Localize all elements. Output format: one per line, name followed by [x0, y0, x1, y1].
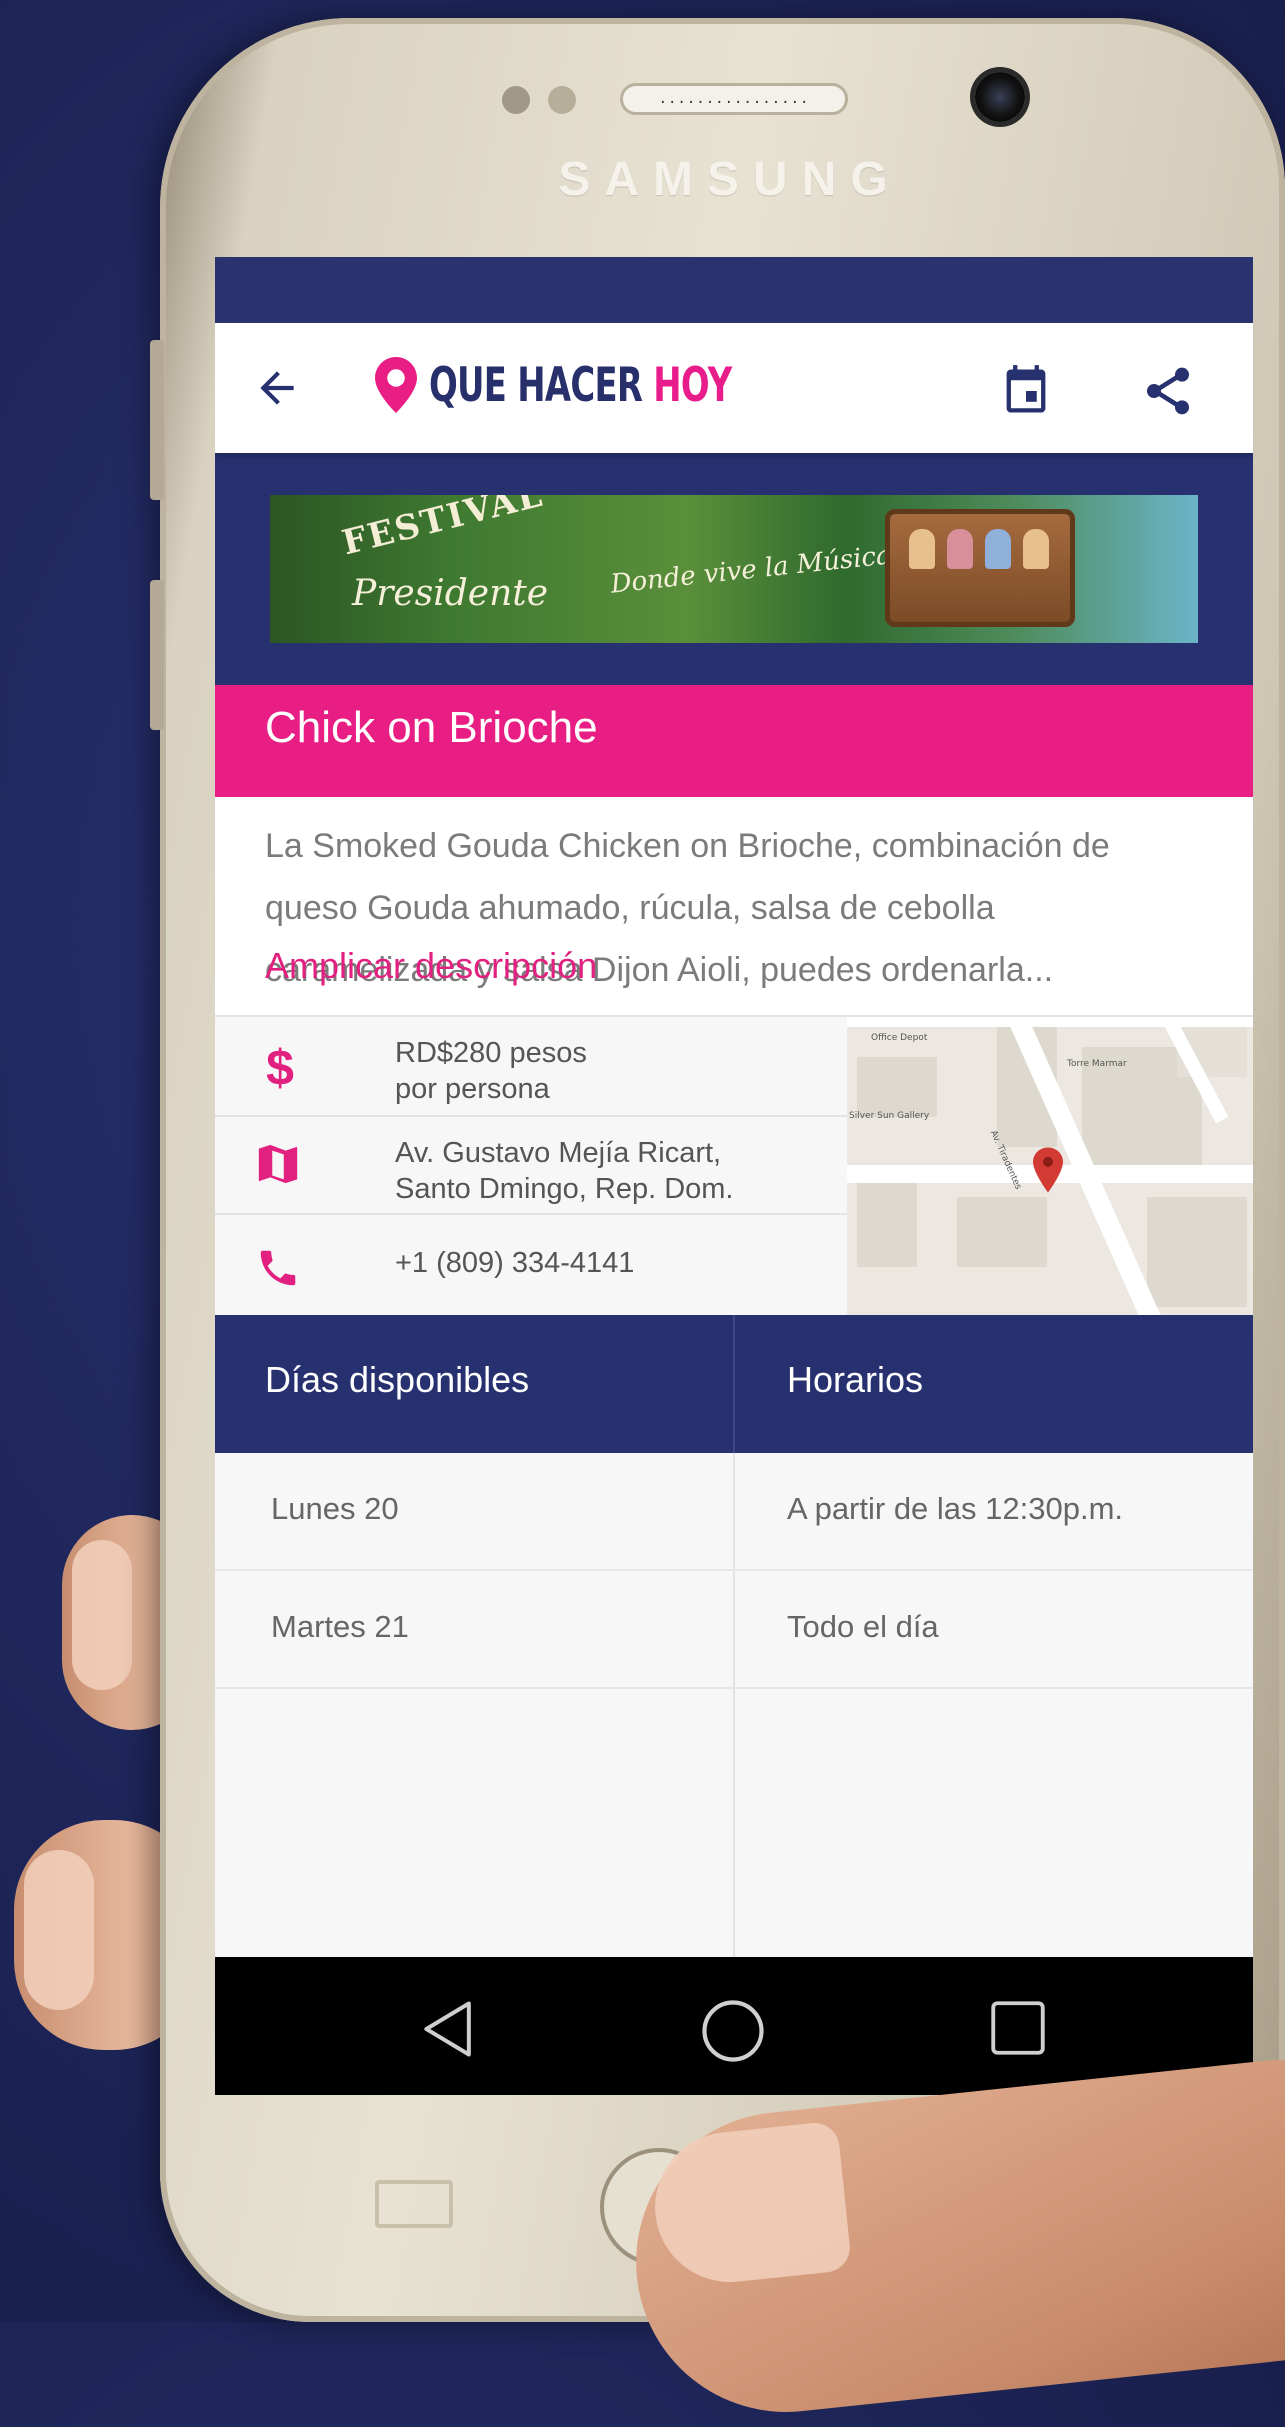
schedule-day: Lunes 20	[271, 1491, 399, 1526]
phone-number: +1 (809) 334-4141	[395, 1247, 635, 1279]
fingernail-bottom	[24, 1850, 94, 2010]
sensor-dot	[548, 86, 576, 114]
map-icon	[258, 1144, 298, 1184]
schedule-row-partial	[215, 1689, 1253, 1991]
expand-description-link[interactable]: Amplicar descripción	[265, 945, 597, 987]
brand-logo: SAMSUNG	[558, 153, 902, 206]
volume-up-button	[150, 340, 164, 500]
map-label: Silver Sun Gallery	[849, 1111, 930, 1121]
schedule-hours-header: Horarios	[787, 1359, 924, 1400]
schedule-hours: A partir de las 12:30p.m.	[787, 1491, 1124, 1526]
address-line-1: Av. Gustavo Mejía Ricart,	[395, 1137, 722, 1169]
screen: QUE HACER HOY FESTIVAL Presidente Donde …	[215, 257, 1253, 2095]
front-camera	[975, 72, 1025, 122]
back-nav-icon[interactable]	[415, 1995, 483, 2063]
earpiece-speaker: ................	[620, 83, 848, 115]
event-description-section: La Smoked Gouda Chicken on Brioche, comb…	[215, 797, 1253, 1023]
price-line-1: RD$280 pesos	[395, 1037, 587, 1069]
event-info-list: $ RD$280 pesos por persona Av. Gustavo M…	[215, 1017, 849, 1315]
price-text: RD$280 pesos por persona	[395, 1035, 835, 1107]
location-pin-icon	[375, 357, 417, 413]
map-label: Office Depot	[871, 1033, 928, 1043]
ad-banner[interactable]: FESTIVAL Presidente Donde vive la Música	[270, 495, 1198, 643]
back-arrow-icon[interactable]	[247, 363, 307, 413]
banner-tagline: Donde vive la Música	[609, 540, 893, 600]
hardware-recents-key	[375, 2180, 453, 2228]
status-bar	[215, 257, 1253, 323]
map-road	[847, 1017, 1253, 1027]
location-map[interactable]: Office Depot Silver Sun Gallery Torre Ma…	[847, 1017, 1253, 1315]
schedule-days-header: Días disponibles	[265, 1359, 530, 1400]
schedule-day: Martes 21	[271, 1609, 409, 1644]
logo-main-text: QUE HACER	[429, 357, 654, 413]
share-icon[interactable]	[1140, 361, 1196, 421]
recents-nav-icon[interactable]	[985, 1995, 1051, 2061]
logo-accent-text: HOY	[653, 357, 732, 413]
schedule-header: Días disponibles Horarios	[215, 1315, 1253, 1453]
ad-banner-area: FESTIVAL Presidente Donde vive la Música	[215, 453, 1253, 685]
address-line-2: Santo Dmingo, Rep. Dom.	[395, 1173, 734, 1205]
schedule-row: Martes 21 Todo el día	[215, 1571, 1253, 1689]
sensor-dot	[502, 86, 530, 114]
home-nav-icon[interactable]	[697, 1995, 769, 2067]
app-logo: QUE HACER HOY	[375, 356, 849, 414]
map-label: Torre Marmar	[1067, 1059, 1127, 1069]
schedule-hours: Todo el día	[787, 1609, 939, 1644]
address-text: Av. Gustavo Mejía Ricart, Santo Dmingo, …	[395, 1135, 835, 1207]
map-pin-icon	[1033, 1147, 1063, 1193]
address-row[interactable]: Av. Gustavo Mejía Ricart, Santo Dmingo, …	[215, 1117, 847, 1215]
fingernail-top	[72, 1540, 132, 1690]
price-row: $ RD$280 pesos por persona	[215, 1017, 847, 1117]
event-title-bar: Chick on Brioche	[215, 685, 1253, 797]
android-nav-bar	[215, 1957, 1253, 2095]
event-title: Chick on Brioche	[265, 703, 598, 752]
volume-down-button	[150, 580, 164, 730]
app-bar: QUE HACER HOY	[215, 323, 1253, 453]
price-line-2: por persona	[395, 1073, 550, 1105]
phone-row[interactable]: +1 (809) 334-4141	[215, 1215, 847, 1315]
app-logo-text: QUE HACER HOY	[429, 357, 732, 413]
banner-festival-text: FESTIVAL	[338, 495, 548, 564]
phone-icon	[260, 1250, 296, 1286]
balloon-basket-image	[885, 509, 1075, 627]
calendar-icon[interactable]	[1000, 363, 1052, 419]
dollar-icon: $	[266, 1040, 294, 1096]
schedule-row: Lunes 20 A partir de las 12:30p.m.	[215, 1453, 1253, 1571]
banner-brand-text: Presidente	[352, 573, 549, 614]
